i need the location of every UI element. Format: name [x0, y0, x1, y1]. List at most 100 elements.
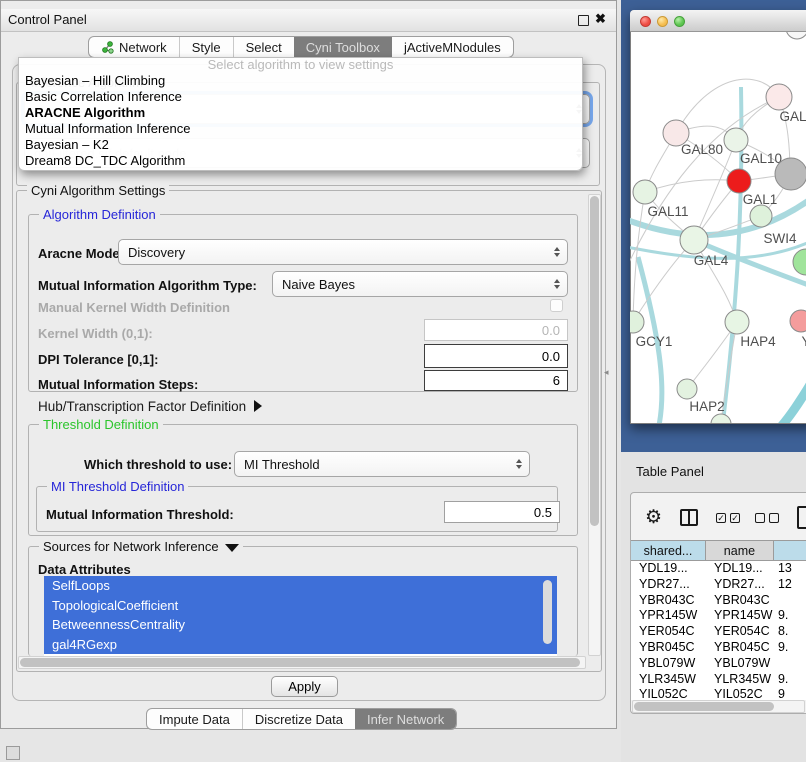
table-cell: 8. [774, 624, 806, 640]
popup-item-aracne-algorithm[interactable]: ARACNE Algorithm [19, 105, 582, 121]
table-row[interactable]: YDR27...YDR27...12 [631, 577, 806, 593]
tab-network-label: Network [119, 40, 167, 55]
float-window-icon[interactable] [578, 15, 589, 26]
columns-icon[interactable] [680, 509, 698, 526]
table-row[interactable]: YBL079WYBL079W [631, 656, 806, 672]
mi-type-combo[interactable]: Naive Bayes [272, 271, 568, 297]
tab-select[interactable]: Select [233, 37, 294, 57]
network-node-swi4[interactable] [750, 205, 772, 227]
control-panel-tab-bar: Network StyleSelect Cyni Toolbox jActiveMNo… [88, 36, 514, 58]
aracne-mode-label: Aracne Mode: [38, 246, 124, 261]
table-cell: YIL052C [706, 687, 774, 700]
zoom-traffic-light[interactable] [674, 16, 685, 27]
splitter-handle-icon[interactable]: ◂ [604, 367, 609, 378]
mi-threshold-field[interactable]: 0.5 [444, 501, 560, 523]
table-cell: YBL079W [631, 656, 706, 672]
combo-arrows-icon [516, 459, 522, 469]
network-node[interactable] [793, 249, 806, 275]
minimize-traffic-light[interactable] [657, 16, 668, 27]
column-header-cut[interactable] [774, 541, 806, 560]
table-cell [774, 593, 806, 609]
data-attributes-list[interactable]: SelfLoopsTopologicalCoefficientBetweenne… [44, 576, 557, 656]
network-node-hap2[interactable] [677, 379, 697, 399]
network-node-y[interactable] [790, 310, 806, 332]
table-row[interactable]: YLR345WYLR345W9. [631, 672, 806, 688]
network-icon [101, 41, 114, 54]
settings-horizontal-scroll-thumb[interactable] [20, 658, 580, 667]
collapsed-panel-icon[interactable] [6, 746, 20, 760]
clear-all-checkboxes-icon[interactable] [755, 513, 779, 523]
mi-steps-label: Mutual Information Steps: [38, 377, 198, 392]
hub-definition-toggle[interactable]: Hub/Transcription Factor Definition [38, 399, 262, 414]
network-node-gal[interactable] [766, 84, 792, 110]
network-node-hap4[interactable] [725, 310, 749, 334]
table-cell: YPR145W [706, 608, 774, 624]
table-cell: YDL19... [706, 561, 774, 577]
unchecked-box-icon [755, 513, 765, 523]
popup-item-bayesian-hill-climbing[interactable]: Bayesian – Hill Climbing [19, 73, 582, 89]
tab-discretize-data[interactable]: Discretize Data [242, 709, 355, 729]
bottom-tab-bar: Impute DataDiscretize DataInfer Network [146, 708, 457, 730]
mi-type-value: Naive Bayes [282, 277, 355, 292]
select-all-checkboxes-icon[interactable]: ✓ ✓ [716, 513, 740, 523]
kernel-width-field[interactable]: 0.0 [424, 319, 568, 341]
network-node-label: HAP4 [740, 334, 776, 349]
popup-item-basic-correlation-inference[interactable]: Basic Correlation Inference [19, 89, 582, 105]
apply-button[interactable]: Apply [271, 676, 338, 697]
tab-cyni-toolbox-label: Cyni Toolbox [306, 40, 380, 55]
tab-style[interactable]: Style [179, 37, 233, 57]
table-cell: YLR345W [706, 672, 774, 688]
tab-jactivemnodules[interactable]: jActiveMNodules [392, 37, 513, 57]
close-icon[interactable]: ✖ [595, 11, 606, 27]
dpi-tolerance-field[interactable]: 0.0 [424, 344, 568, 368]
network-node[interactable] [786, 32, 806, 39]
attribute-item-gal4rgexp[interactable]: gal4RGexp [44, 635, 557, 655]
column-header-shared[interactable]: shared... [631, 541, 706, 560]
network-node-gcy1[interactable] [630, 311, 644, 333]
attributes-list-scrollbar[interactable] [543, 580, 552, 644]
which-threshold-combo[interactable]: MI Threshold [234, 451, 530, 477]
network-node[interactable] [775, 158, 806, 190]
network-node-gal11[interactable] [633, 180, 657, 204]
mi-threshold-definition-title: MI Threshold Definition [47, 479, 188, 494]
network-node-gal10[interactable] [724, 128, 748, 152]
table-row[interactable]: YDL19...YDL19...13 [631, 561, 806, 577]
table-row[interactable]: YPR145WYPR145W9. [631, 608, 806, 624]
sources-group-title[interactable]: Sources for Network Inference [39, 539, 243, 554]
tab-cyni-toolbox[interactable]: Cyni Toolbox [294, 37, 392, 57]
table-row[interactable]: YIL052CYIL052C9 [631, 687, 806, 700]
column-header-name[interactable]: name [706, 541, 774, 560]
close-traffic-light[interactable] [640, 16, 651, 27]
document-icon[interactable] [797, 506, 806, 529]
popup-item-dream8-dc-tdc-algorithm[interactable]: Dream8 DC_TDC Algorithm [19, 153, 582, 169]
table-body: YDL19...YDL19...13YDR27...YDR27...12YBR0… [631, 561, 806, 700]
table-cell: 12 [774, 577, 806, 593]
tab-impute-data[interactable]: Impute Data [147, 709, 242, 729]
attribute-item-selfloops[interactable]: SelfLoops [44, 576, 557, 596]
table-row[interactable]: YBR043CYBR043C [631, 593, 806, 609]
table-cell: YER054C [706, 624, 774, 640]
table-row[interactable]: YBR045CYBR045C9. [631, 640, 806, 656]
network-node-label: SWI4 [763, 231, 796, 246]
table-horizontal-scroll-thumb[interactable] [634, 702, 774, 711]
table-cell: 9. [774, 640, 806, 656]
table-row[interactable]: YER054CYER054C8. [631, 624, 806, 640]
attribute-item-betweennesscentrality[interactable]: BetweennessCentrality [44, 615, 557, 635]
popup-item-bayesian-k2[interactable]: Bayesian – K2 [19, 137, 582, 153]
gear-icon[interactable]: ⚙ [645, 506, 662, 529]
tab-network[interactable]: Network [89, 37, 179, 57]
settings-vertical-scroll-thumb[interactable] [590, 196, 599, 526]
checked-box-icon: ✓ [716, 513, 726, 523]
network-canvas[interactable]: GALGAL80GAL10GAL1GAL11SWI4GAL4GCY1HAP4YH… [630, 32, 806, 423]
aracne-mode-combo[interactable]: Discovery [118, 239, 568, 265]
network-node[interactable] [711, 414, 731, 423]
attribute-item-topologicalcoefficient[interactable]: TopologicalCoefficient [44, 596, 557, 616]
popup-item-mutual-information-inference[interactable]: Mutual Information Inference [19, 121, 582, 137]
manual-kernel-checkbox[interactable] [550, 299, 563, 312]
network-node-label: GAL11 [647, 204, 688, 219]
settings-group-title: Cyni Algorithm Settings [27, 183, 169, 198]
network-node-gal1[interactable] [727, 169, 751, 193]
network-node-gal4[interactable] [680, 226, 708, 254]
mi-steps-field[interactable]: 6 [424, 370, 568, 391]
tab-infer-network[interactable]: Infer Network [355, 709, 456, 729]
